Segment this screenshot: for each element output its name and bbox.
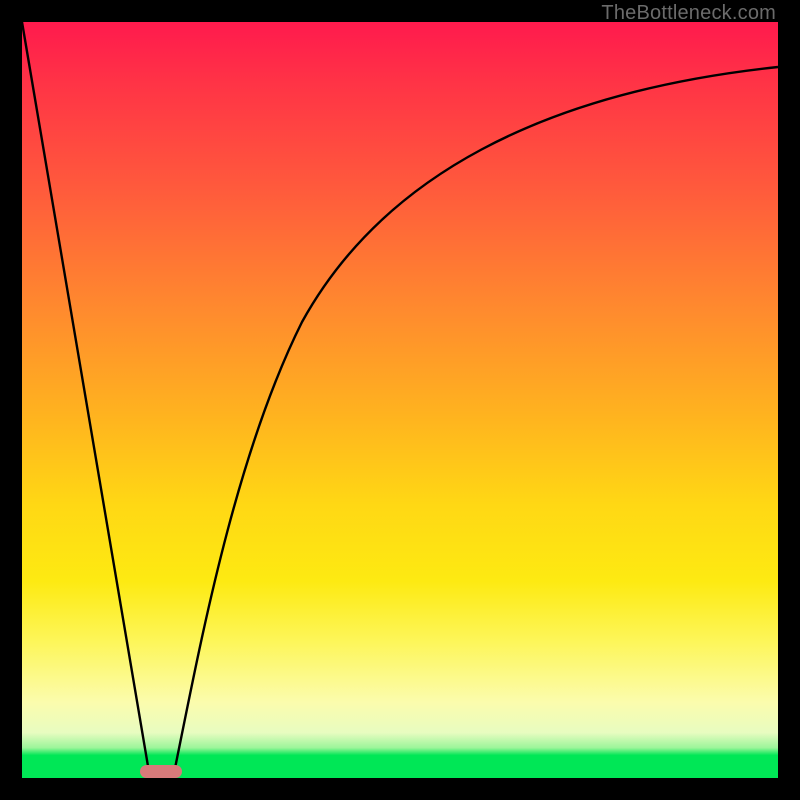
bottleneck-marker bbox=[140, 765, 182, 778]
chart-lines bbox=[22, 22, 778, 778]
chart-frame: TheBottleneck.com bbox=[0, 0, 800, 800]
right-curve-line bbox=[173, 67, 778, 778]
left-slope-line bbox=[22, 22, 150, 778]
plot-area bbox=[22, 22, 778, 778]
